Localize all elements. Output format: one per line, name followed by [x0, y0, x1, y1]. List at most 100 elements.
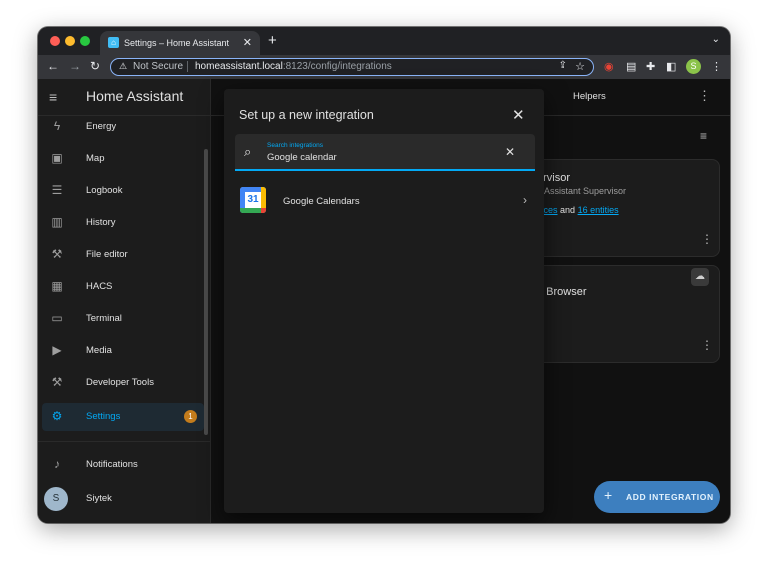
tab-bar: ⌂ Settings – Home Assistant ✕ + ⌄ — [38, 27, 730, 55]
sidebar-scrollbar[interactable] — [204, 149, 208, 435]
sidebar-item-settings[interactable]: ⚙ Settings 1 — [42, 403, 204, 431]
side-panel-icon[interactable]: ◧ — [666, 60, 676, 73]
add-integration-label: ADD INTEGRATION — [626, 492, 714, 502]
sidebar-item-label: Media — [86, 345, 112, 356]
browser-tab[interactable]: ⌂ Settings – Home Assistant ✕ — [100, 31, 260, 55]
sidebar-item-label: Map — [86, 153, 105, 164]
plus-icon: + — [604, 487, 613, 503]
tab-search-chevron-icon[interactable]: ⌄ — [712, 34, 720, 45]
list-icon: ☰ — [51, 183, 63, 197]
entities-link[interactable]: 16 entities — [578, 205, 619, 215]
sidebar-item-terminal[interactable]: ▭ Terminal — [42, 305, 204, 333]
sidebar-title: Home Assistant — [86, 88, 184, 104]
sidebar: ≡ Home Assistant ϟ Energy ▣ Map ☰ Logboo… — [38, 79, 211, 523]
sidebar-item-notifications[interactable]: ♪ Notifications — [42, 451, 204, 479]
chevron-right-icon: › — [523, 193, 527, 207]
home-assistant-app: ≡ Home Assistant ϟ Energy ▣ Map ☰ Logboo… — [38, 79, 730, 523]
omnibox-separator — [187, 61, 188, 72]
chart-icon: ▥ — [51, 215, 63, 229]
dialog-title: Set up a new integration — [239, 108, 374, 122]
browser-menu-kebab-icon[interactable]: ⋮ — [711, 60, 722, 73]
forward-arrow-icon[interactable]: → — [69, 59, 81, 73]
clear-search-icon[interactable]: ✕ — [505, 145, 515, 159]
sidebar-item-history[interactable]: ▥ History — [42, 209, 204, 237]
sidebar-item-media[interactable]: ▶ Media — [42, 337, 204, 365]
tab-title: Settings – Home Assistant — [124, 38, 230, 48]
store-icon: ▦ — [51, 279, 63, 293]
profile-avatar[interactable]: S — [686, 59, 701, 74]
sidebar-item-label: Notifications — [86, 459, 138, 470]
reload-icon[interactable]: ↻ — [90, 59, 100, 73]
sidebar-header: ≡ Home Assistant — [38, 79, 210, 116]
filter-icon[interactable]: ≡ — [700, 129, 707, 143]
browser-toolbar: ← → ↻ ⚠ Not Secure homeassistant.local:8… — [38, 55, 730, 79]
dialog-close-icon[interactable]: ✕ — [512, 106, 525, 124]
minimize-window-button[interactable] — [65, 36, 75, 46]
card-menu-kebab-icon[interactable]: ⋮ — [701, 338, 713, 352]
integration-dialog: Set up a new integration ✕ ⌕ Search inte… — [224, 89, 544, 513]
integration-card-browser: ☁ o Browser ⋮ — [514, 265, 720, 363]
sidebar-item-label: Settings — [86, 411, 121, 422]
menu-collapse-icon[interactable]: ≡ — [49, 89, 57, 105]
sidebar-item-label: Developer Tools — [86, 377, 154, 388]
extension-download-icon[interactable]: ▤ — [626, 60, 636, 73]
url-path: :8123/config/integrations — [282, 61, 392, 72]
new-tab-button[interactable]: + — [268, 32, 277, 49]
sidebar-item-logbook[interactable]: ☰ Logbook — [42, 177, 204, 205]
sidebar-item-map[interactable]: ▣ Map — [42, 145, 204, 173]
maximize-window-button[interactable] — [80, 36, 90, 46]
card-title: o Browser — [537, 286, 587, 298]
tab-helpers[interactable]: Helpers — [573, 91, 606, 102]
address-bar[interactable]: ⚠ Not Secure homeassistant.local:8123/co… — [110, 58, 594, 76]
card-links-and: and — [560, 205, 576, 215]
sidebar-item-label: Terminal — [86, 313, 122, 324]
search-icon: ⌕ — [244, 144, 252, 159]
not-secure-label[interactable]: Not Secure — [133, 61, 183, 72]
card-menu-kebab-icon[interactable]: ⋮ — [701, 232, 713, 246]
home-assistant-favicon-icon: ⌂ — [108, 37, 119, 48]
lightning-icon: ϟ — [53, 119, 61, 133]
map-icon: ▣ — [51, 151, 63, 165]
integration-name: Google Calendars — [283, 196, 360, 207]
sidebar-item-label: HACS — [86, 281, 113, 292]
search-floating-label: Search integrations — [267, 142, 324, 149]
bell-icon: ♪ — [54, 457, 60, 471]
wrench-icon: ⚒ — [51, 247, 63, 261]
sidebar-item-label: Energy — [86, 121, 117, 132]
user-name[interactable]: Siytek — [86, 493, 112, 504]
overflow-menu-icon[interactable]: ⋮ — [698, 88, 711, 104]
terminal-icon: ▭ — [51, 311, 63, 325]
hammer-icon: ⚒ — [51, 375, 63, 389]
list-item-google-calendars[interactable]: 31 Google Calendars › — [224, 183, 544, 221]
extension-red-icon[interactable]: ◉ — [604, 60, 614, 73]
cloud-icon: ☁ — [691, 268, 709, 286]
add-integration-button[interactable]: + ADD INTEGRATION — [594, 481, 720, 513]
url-text[interactable]: homeassistant.local:8123/config/integrat… — [195, 61, 392, 72]
bookmark-star-icon[interactable]: ☆ — [575, 60, 585, 73]
tab-close-icon[interactable]: ✕ — [243, 36, 252, 49]
google-calendar-logo-icon: 31 — [240, 187, 266, 213]
extensions-puzzle-icon[interactable]: ✚ — [646, 60, 655, 73]
back-arrow-icon[interactable]: ← — [47, 59, 59, 73]
close-window-button[interactable] — [50, 36, 60, 46]
card-subtitle: e Assistant Supervisor — [537, 186, 627, 196]
search-input[interactable]: ⌕ Search integrations Google calendar ✕ — [235, 134, 535, 171]
card-links: vices and 16 entities — [537, 205, 619, 215]
share-icon[interactable]: ⇪ — [559, 60, 567, 71]
sidebar-item-hacs[interactable]: ▦ HACS — [42, 273, 204, 301]
sidebar-item-developer-tools[interactable]: ⚒ Developer Tools — [42, 369, 204, 397]
sidebar-item-energy[interactable]: ϟ Energy — [42, 113, 204, 141]
sidebar-item-label: File editor — [86, 249, 128, 260]
search-value[interactable]: Google calendar — [267, 152, 337, 163]
sidebar-item-label: Logbook — [86, 185, 123, 196]
integration-card-supervisor: ervisor e Assistant Supervisor vices and… — [514, 159, 720, 257]
user-avatar[interactable]: S — [44, 487, 68, 511]
browser-window: ⌂ Settings – Home Assistant ✕ + ⌄ ← → ↻ … — [38, 27, 730, 523]
calendar-day-number: 31 — [247, 194, 259, 205]
media-icon: ▶ — [52, 343, 62, 357]
url-host: homeassistant.local — [195, 61, 283, 72]
sidebar-divider — [38, 441, 210, 442]
notification-count-badge: 1 — [184, 410, 197, 423]
sidebar-item-label: History — [86, 217, 116, 228]
sidebar-item-file-editor[interactable]: ⚒ File editor — [42, 241, 204, 269]
